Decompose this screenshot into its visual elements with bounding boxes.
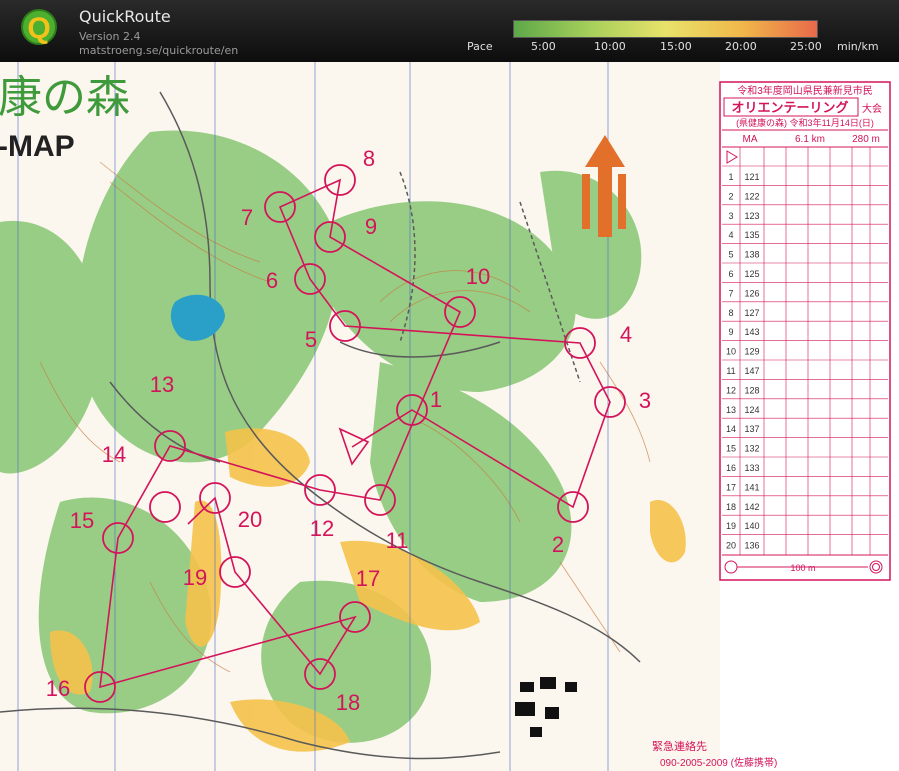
- legend-row-code: 129: [744, 347, 759, 357]
- legend-row-number: 19: [726, 521, 736, 531]
- control-number-9: 9: [365, 214, 377, 239]
- control-number-4: 4: [620, 322, 632, 347]
- control-number-6: 6: [266, 268, 278, 293]
- legend-row-number: 7: [728, 288, 733, 298]
- app-title: QuickRoute: [79, 7, 171, 26]
- legend-row-code: 143: [744, 327, 759, 337]
- pace-tick: 15:00: [660, 40, 692, 53]
- legend-row-code: 128: [744, 385, 759, 395]
- legend-row-number: 9: [728, 327, 733, 337]
- legend-row-code: 124: [744, 405, 759, 415]
- control-number-15: 15: [70, 508, 94, 533]
- legend-header2-suffix: 大会: [862, 102, 882, 115]
- control-number-3: 3: [639, 388, 651, 413]
- legend-row-code: 137: [744, 424, 759, 434]
- legend-row-code: 122: [744, 191, 759, 201]
- emergency-phone: 090-2005-2009 (佐藤携帯): [660, 756, 777, 769]
- control-number-18: 18: [336, 690, 360, 715]
- legend-row-number: 12: [726, 385, 736, 395]
- legend-row-number: 1: [728, 172, 733, 182]
- control-description-sheet: 令和3年度岡山県民兼新見市民 オリエンテーリング 大会 (県健康の森) 令和3年…: [719, 81, 891, 581]
- control-number-5: 5: [305, 327, 317, 352]
- control-number-2: 2: [552, 532, 564, 557]
- legend-row-number: 8: [728, 308, 733, 318]
- legend-row-number: 11: [726, 366, 735, 376]
- legend-row-number: 14: [726, 424, 736, 434]
- legend-row-number: 15: [726, 444, 736, 454]
- control-number-8: 8: [363, 146, 375, 171]
- legend-row-code: 142: [744, 502, 759, 512]
- control-number-16: 16: [46, 676, 70, 701]
- app-header: Q QuickRoute Version 2.4 matstroeng.se/q…: [0, 0, 899, 62]
- emergency-label: 緊急連絡先: [652, 739, 707, 753]
- control-number-14: 14: [102, 442, 126, 467]
- legend-row-number: 18: [726, 502, 736, 512]
- legend-row-number: 3: [728, 211, 733, 221]
- map-canvas[interactable]: 康の森 -MAP 1234567891011121314151617181920…: [0, 62, 899, 771]
- legend-footer: 100 m: [790, 563, 815, 573]
- control-number-13: 13: [150, 372, 174, 397]
- legend-row-number: 13: [726, 405, 736, 415]
- legend-row-number: 17: [726, 482, 736, 492]
- legend-row-code: 141: [744, 482, 759, 492]
- control-number-10: 10: [466, 264, 490, 289]
- legend-row-code: 140: [744, 521, 759, 531]
- app-url[interactable]: matstroeng.se/quickroute/en: [79, 44, 238, 57]
- legend-row-number: 10: [726, 347, 736, 357]
- legend-row-code: 126: [744, 288, 759, 298]
- map-title-jp: 康の森: [0, 73, 130, 122]
- control-number-7: 7: [241, 205, 253, 230]
- legend-header2: オリエンテーリング: [731, 100, 848, 115]
- legend-header3: (県健康の森) 令和3年11月14日(日): [736, 117, 874, 128]
- pace-tick: 5:00: [531, 40, 556, 53]
- legend-row-code: 136: [744, 541, 759, 551]
- control-number-11: 11: [386, 528, 409, 553]
- pace-tick: 25:00: [790, 40, 822, 53]
- legend-row-code: 133: [744, 463, 759, 473]
- control-number-12: 12: [310, 516, 334, 541]
- legend-row-code: 123: [744, 211, 759, 221]
- legend-row-code: 135: [744, 230, 759, 240]
- pace-unit: min/km: [837, 40, 879, 53]
- control-number-20: 20: [238, 507, 262, 532]
- control-number-19: 19: [183, 565, 207, 590]
- pace-tick: 20:00: [725, 40, 757, 53]
- legend-row-number: 5: [728, 250, 733, 260]
- svg-text:Q: Q: [27, 12, 50, 45]
- pace-tick: 10:00: [594, 40, 626, 53]
- legend-class: MA: [743, 134, 758, 145]
- legend-row-number: 4: [728, 230, 733, 240]
- legend-row-number: 16: [726, 463, 736, 473]
- app-version: Version 2.4: [79, 30, 141, 43]
- legend-row-number: 20: [726, 541, 736, 551]
- legend-length: 6.1 km: [795, 134, 825, 145]
- control-number-1: 1: [430, 387, 442, 412]
- map-title-en: -MAP: [0, 130, 75, 163]
- control-number-17: 17: [356, 566, 380, 591]
- legend-row-code: 132: [744, 444, 759, 454]
- legend-row-code: 127: [744, 308, 759, 318]
- legend-climb: 280 m: [852, 134, 880, 145]
- legend-row-code: 125: [744, 269, 759, 279]
- legend-header1: 令和3年度岡山県民兼新見市民: [737, 84, 873, 97]
- legend-row-code: 138: [744, 250, 759, 260]
- legend-row-code: 121: [744, 172, 759, 182]
- pace-gradient-bar: [513, 20, 818, 38]
- legend-row-code: 147: [744, 366, 759, 376]
- pace-label: Pace: [467, 40, 493, 53]
- quickroute-logo-icon: Q: [21, 9, 57, 45]
- orienteering-map[interactable]: 康の森 -MAP 1 2 3 4 5 6 7 8 9 10 11 12 13 14 15 16 17 18 19 20…: [0, 62, 899, 771]
- legend-row-number: 2: [728, 191, 733, 201]
- legend-row-number: 6: [728, 269, 733, 279]
